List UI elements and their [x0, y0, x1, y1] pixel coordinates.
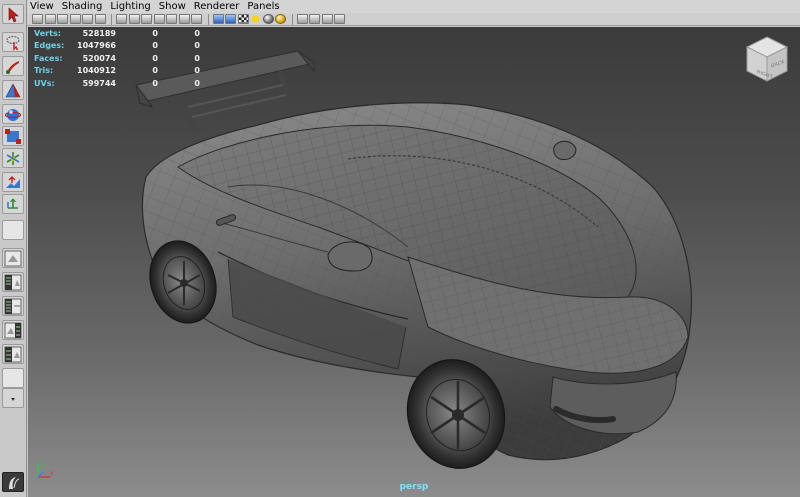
single-perspective-layout-icon[interactable] [2, 248, 24, 268]
hud-value: 520074 [82, 53, 116, 63]
toolbar-separator [111, 13, 112, 25]
field-chart-icon[interactable] [166, 14, 177, 24]
paint-select-icon[interactable] [2, 56, 24, 76]
grid-icon[interactable] [116, 14, 127, 24]
image-plane-icon[interactable] [69, 14, 81, 24]
hud-value: 0 [194, 41, 200, 51]
hud-value: 0 [152, 78, 158, 88]
axis-x-label: x [50, 470, 54, 477]
hud-row-verts: Verts: 528189 0 0 [34, 27, 200, 40]
view-cube[interactable]: RIGHT BACK [743, 35, 791, 85]
axis-gizmo: y x [37, 460, 54, 478]
grease-pencil-icon[interactable] [82, 14, 93, 24]
perspective-viewport[interactable]: Verts: 528189 0 0 Edges: 1047966 0 0 Fac… [28, 27, 800, 497]
app-logo-icon [2, 472, 24, 492]
film-gate-icon[interactable] [128, 14, 140, 24]
safe-title-icon[interactable] [191, 14, 202, 24]
rotate-tool-icon[interactable] [2, 104, 24, 124]
wireframe-shading-icon[interactable] [212, 14, 224, 24]
menu-view[interactable]: View [30, 0, 54, 13]
hud-value: 0 [194, 53, 200, 63]
hud-value: 0 [152, 53, 158, 63]
hud-value: 0 [194, 78, 200, 88]
lasso-select-icon[interactable] [2, 32, 24, 52]
smooth-shade-icon[interactable] [225, 14, 236, 24]
poly-count-hud: Verts: 528189 0 0 Edges: 1047966 0 0 Fac… [34, 27, 200, 90]
hud-value: 1047966 [77, 41, 116, 51]
scale-tool-icon[interactable] [2, 126, 24, 146]
blank-layout-icon[interactable] [2, 368, 24, 388]
hud-value: 599744 [82, 78, 116, 88]
toolbar-separator [207, 13, 209, 25]
menu-renderer[interactable]: Renderer [194, 0, 240, 13]
hud-label: Verts: [34, 28, 61, 38]
hud-label: UVs: [34, 78, 55, 88]
toolbox [0, 0, 27, 497]
hud-value: 0 [152, 28, 158, 38]
select-arrow-icon[interactable] [2, 4, 24, 24]
xray-joints-icon[interactable] [321, 14, 333, 24]
menu-show[interactable]: Show [159, 0, 186, 13]
menu-panels[interactable]: Panels [247, 0, 279, 13]
persp-graph-layout-icon[interactable] [2, 320, 24, 340]
move-tool-icon[interactable] [2, 80, 24, 100]
menu-shading[interactable]: Shading [62, 0, 103, 13]
safe-action-icon[interactable] [178, 14, 190, 24]
camera-attributes-icon[interactable] [44, 14, 56, 24]
hud-value: 0 [152, 66, 158, 76]
car-mesh-render [135, 50, 693, 469]
hud-label: Edges: [34, 41, 65, 51]
xray-icon[interactable] [309, 14, 320, 24]
camera-name-label: persp [399, 482, 429, 492]
hypershade-layout-icon[interactable] [2, 344, 24, 364]
hud-row-edges: Edges: 1047966 0 0 [34, 40, 200, 53]
more-layouts-icon[interactable] [2, 388, 24, 408]
hud-value: 0 [194, 66, 200, 76]
soft-mod-icon[interactable] [2, 172, 24, 192]
textured-icon[interactable] [237, 14, 249, 24]
last-tool-icon[interactable] [2, 220, 24, 240]
show-manipulator-icon[interactable] [2, 194, 24, 214]
persp-outliner-layout-icon[interactable] [2, 296, 24, 316]
resolution-gate-icon[interactable] [141, 14, 152, 24]
hud-value: 0 [152, 41, 158, 51]
hud-row-uvs: UVs: 599744 0 0 [34, 77, 200, 90]
high-quality-icon[interactable] [275, 14, 286, 24]
hud-label: Faces: [34, 53, 63, 63]
menu-lighting[interactable]: Lighting [110, 0, 150, 13]
axis-y-label: y [41, 460, 45, 467]
panel-toolbar [27, 13, 800, 26]
gate-mask-icon[interactable] [153, 14, 165, 24]
backface-culling-icon[interactable] [334, 14, 345, 24]
hud-value: 0 [194, 28, 200, 38]
isolate-select-icon[interactable] [296, 14, 308, 24]
bookmark-icon[interactable] [57, 14, 68, 24]
universal-manipulator-icon[interactable] [2, 148, 24, 168]
lighting-icon[interactable] [250, 14, 261, 24]
select-camera-icon[interactable] [32, 14, 43, 24]
shadows-icon[interactable] [262, 14, 274, 24]
hud-row-faces: Faces: 520074 0 0 [34, 52, 200, 65]
two-d-pan-zoom-icon[interactable] [94, 14, 106, 24]
hud-value: 1040912 [77, 66, 116, 76]
toolbar-separator [291, 13, 293, 25]
four-view-layout-icon[interactable] [2, 272, 24, 292]
hud-value: 528189 [82, 28, 116, 38]
hud-label: Tris: [34, 66, 54, 76]
hud-row-tris: Tris: 1040912 0 0 [34, 65, 200, 78]
panel-menu-bar: View Shading Lighting Show Renderer Pane… [27, 0, 800, 13]
